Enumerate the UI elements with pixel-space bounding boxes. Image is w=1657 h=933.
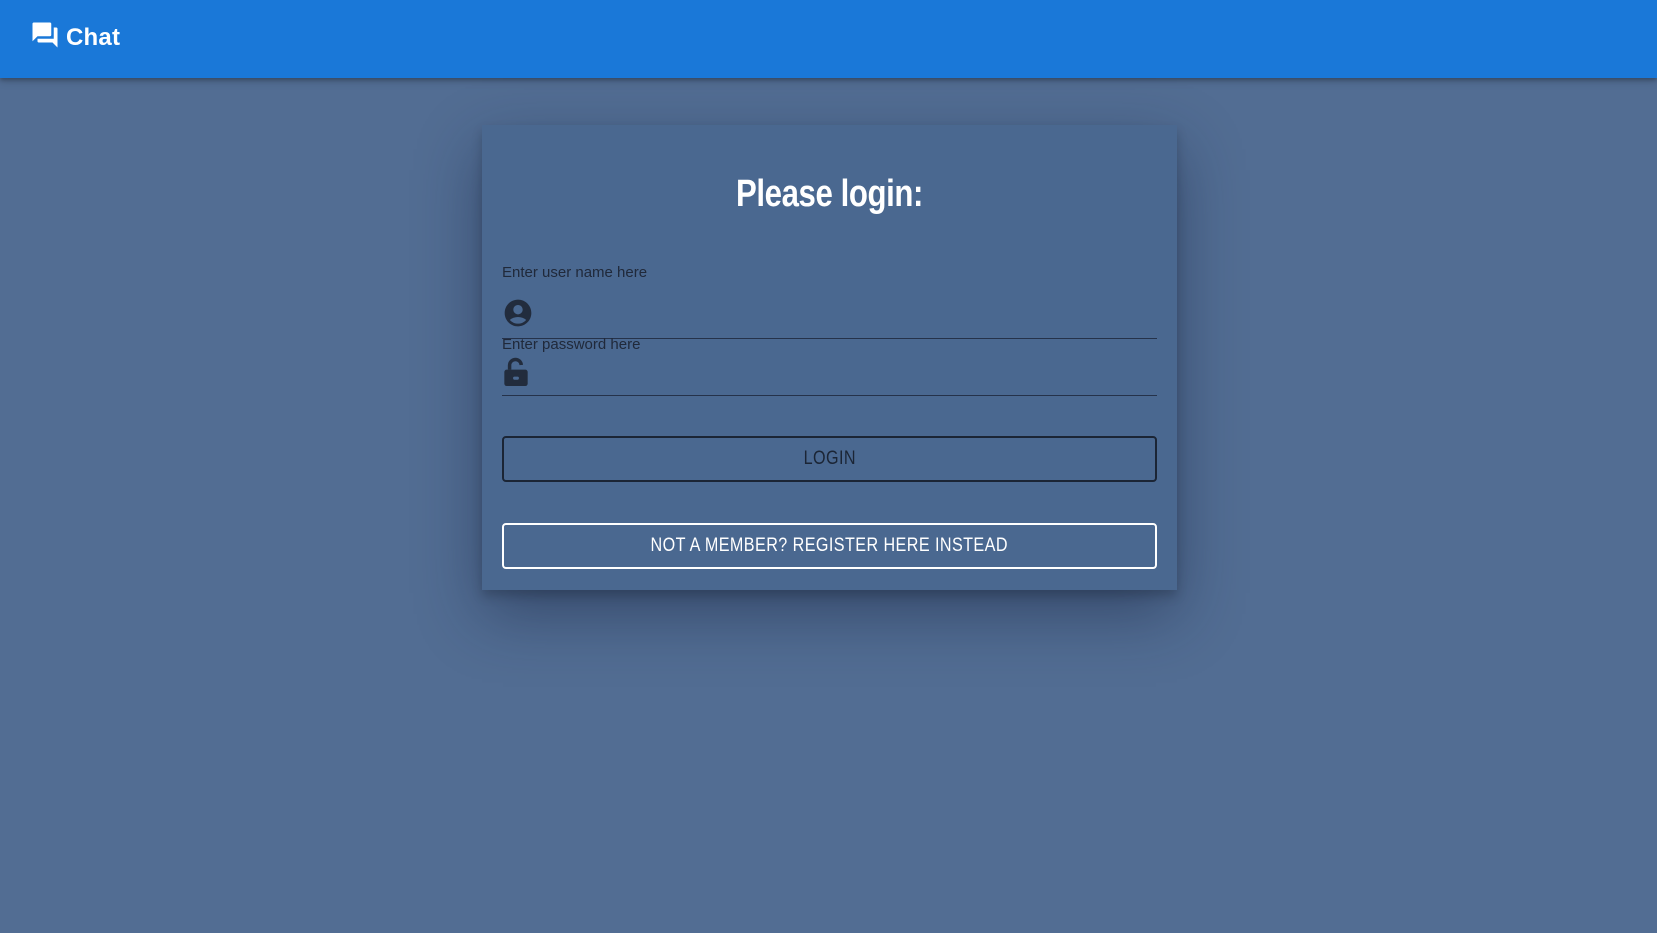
register-button[interactable]: NOT A MEMBER? REGISTER HERE INSTEAD (502, 523, 1157, 569)
app-brand[interactable]: Chat (30, 22, 121, 52)
account-circle-icon (502, 297, 534, 329)
login-card: Please login: Enter user name here Enter… (482, 125, 1177, 590)
username-input-row (502, 287, 1157, 339)
register-button-label: NOT A MEMBER? REGISTER HERE INSTEAD (650, 535, 1009, 556)
password-field: Enter password here (502, 336, 1157, 396)
password-input[interactable] (530, 365, 1157, 383)
username-label: Enter user name here (502, 264, 648, 281)
chat-bubbles-icon (30, 20, 60, 50)
username-field: Enter user name here (502, 264, 1157, 339)
app-bar: Chat (0, 0, 1657, 78)
app-title: Chat (66, 24, 121, 51)
username-input[interactable] (534, 303, 1157, 322)
password-input-row (502, 353, 1157, 396)
page-title: Please login: (736, 173, 923, 215)
login-button-label: LOGIN (803, 448, 856, 469)
login-button[interactable]: LOGIN (502, 436, 1157, 482)
password-label: Enter password here (502, 336, 641, 353)
lock-open-icon (502, 355, 530, 389)
